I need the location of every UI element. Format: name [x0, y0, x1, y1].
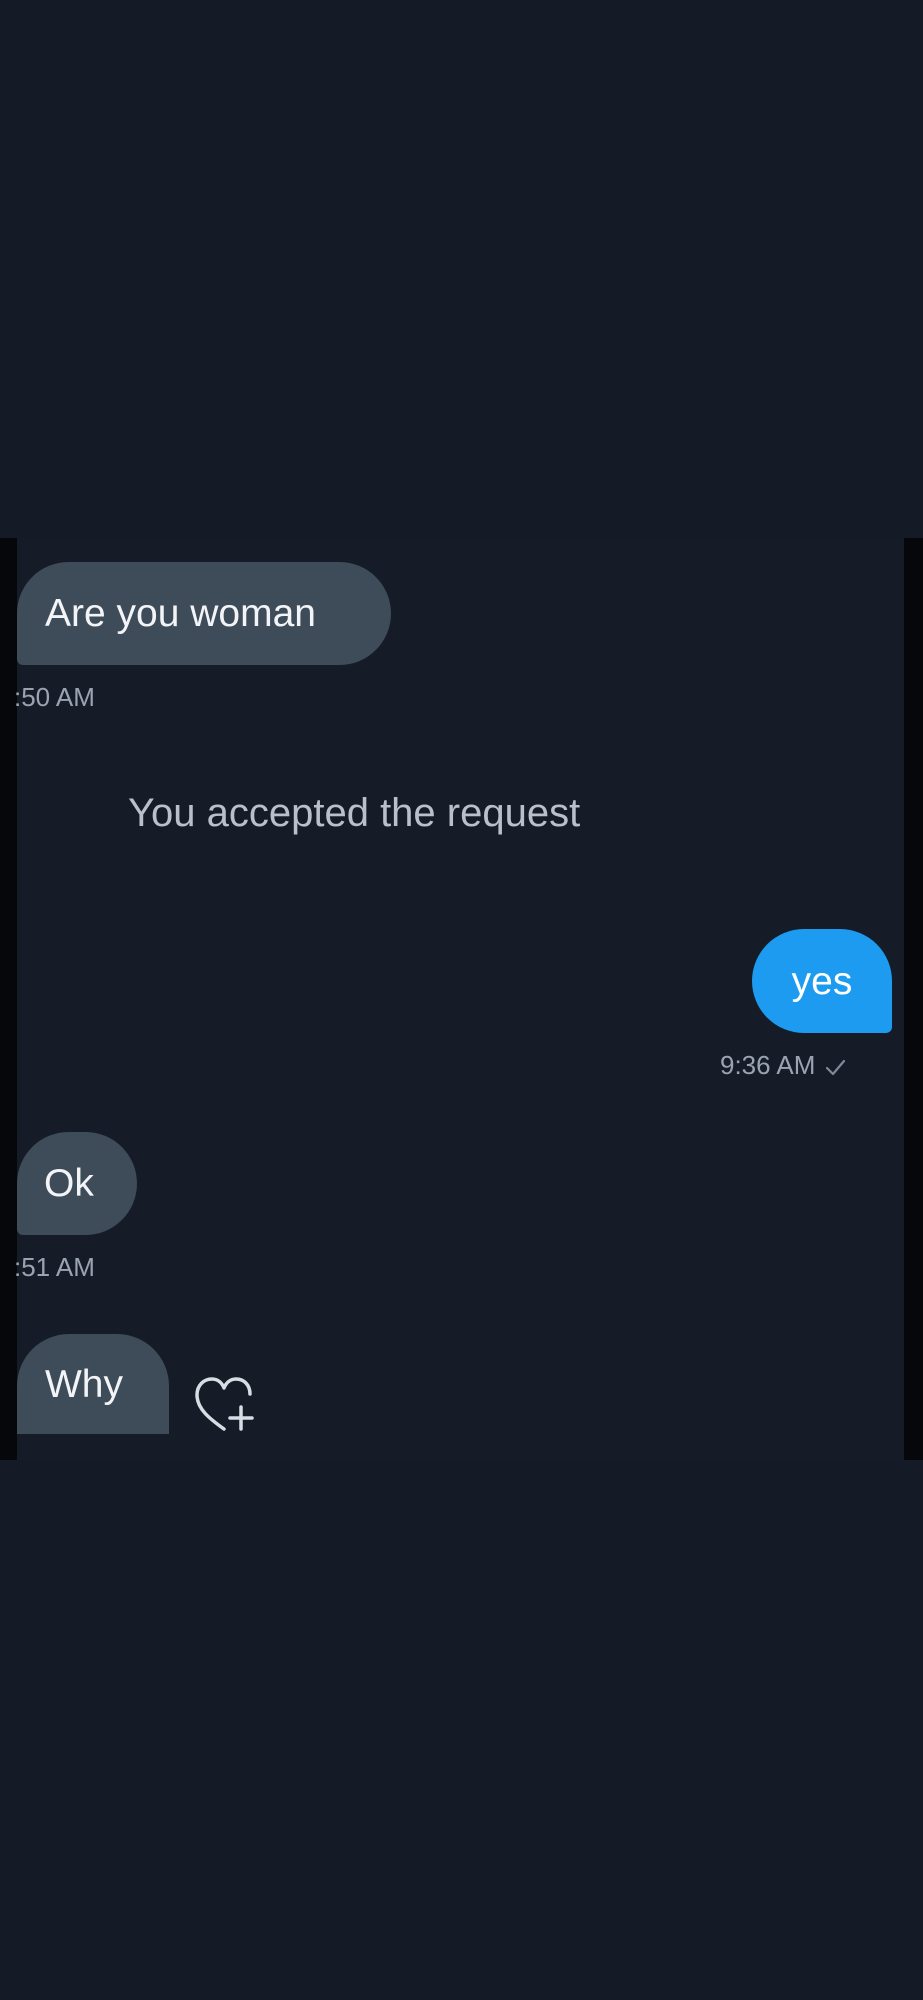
request-accepted-notice: You accepted the request — [128, 791, 581, 835]
message-timestamp: :50 AM — [14, 682, 95, 712]
message-timestamp: 9:36 AM — [720, 1050, 816, 1080]
add-reaction-heart-icon[interactable] — [192, 1373, 260, 1437]
message-timestamp-row: 9:36 AM — [720, 1052, 846, 1078]
sent-check-icon — [826, 1060, 846, 1076]
message-bubble-received[interactable]: Why — [17, 1334, 169, 1434]
left-border — [0, 538, 17, 1460]
message-text: yes — [791, 959, 853, 1003]
message-text: Ok — [44, 1162, 94, 1205]
message-bubble-received[interactable]: Are you woman — [17, 562, 391, 665]
message-text: Why — [45, 1362, 123, 1406]
message-bubble-sent[interactable]: yes — [752, 929, 892, 1033]
right-border — [904, 538, 923, 1460]
message-text: Are you woman — [45, 592, 316, 635]
message-timestamp: :51 AM — [14, 1252, 95, 1282]
message-bubble-received[interactable]: Ok — [17, 1132, 137, 1235]
